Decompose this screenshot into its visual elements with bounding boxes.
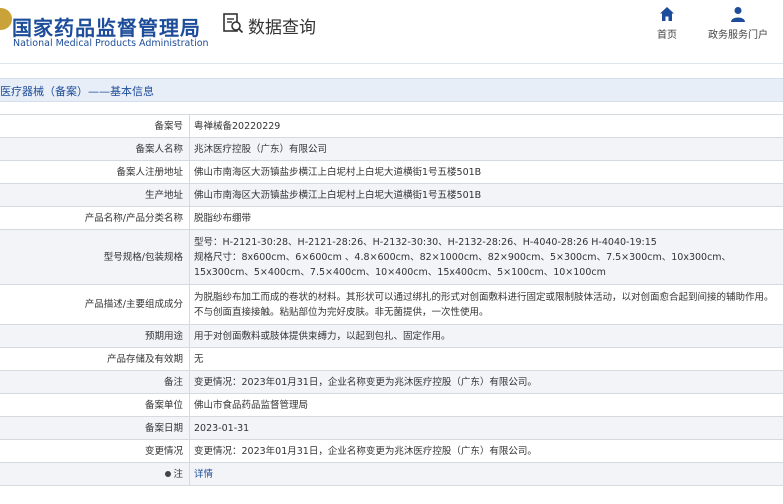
- row-value: 佛山市南海区大沥镇盐步横江上白坭村上白坭大道横街1号五楼501B: [189, 160, 783, 184]
- row-value: 为脱脂纱布加工而成的卷状的材料。其形状可以通过绑扎的形式对创面敷料进行固定或限制…: [189, 284, 783, 325]
- info-table: 备案号 粤禅械备20220229 备案人名称 兆沐医疗控股（广东）有限公司 备案人注…: [0, 114, 783, 486]
- row-label: 备案日期: [0, 416, 190, 440]
- row-value: 脱脂纱布绷带: [189, 206, 783, 230]
- row-label: 备案单位: [0, 393, 190, 417]
- table-row: 备案单位 佛山市食品药品监督管理局: [0, 393, 783, 417]
- row-value: 佛山市食品药品监督管理局: [189, 393, 783, 417]
- bullet-icon: [165, 471, 172, 477]
- table-row: 预期用途 用于对创面敷料或肢体提供束缚力，以起到包扎、固定作用。: [0, 324, 783, 348]
- row-value: 兆沐医疗控股（广东）有限公司: [189, 137, 783, 161]
- nav-gov-portal[interactable]: 政务服务门户: [703, 6, 773, 41]
- row-label: 备案人名称: [0, 137, 190, 161]
- table-row: 变更情况 变更情况：2023年01月31日，企业名称变更为兆沐医疗控股（广东）有限…: [0, 439, 783, 463]
- row-label: 产品描述/主要组成成分: [0, 284, 190, 325]
- emblem-icon: [0, 8, 12, 30]
- row-value: 无: [189, 347, 783, 371]
- table-row: 备案人注册地址 佛山市南海区大沥镇盐步横江上白坭村上白坭大道横街1号五楼501B: [0, 160, 783, 184]
- table-row: 型号规格/包装规格 型号：H-2121-30:28、H-2121-28:26、H-…: [0, 229, 783, 285]
- row-value: 变更情况：2023年01月31日，企业名称变更为兆沐医疗控股（广东）有限公司。: [189, 370, 783, 394]
- row-value: 变更情况：2023年01月31日，企业名称变更为兆沐医疗控股（广东）有限公司。: [189, 439, 783, 463]
- row-label: 备案号: [0, 114, 190, 138]
- nav-home-label: 首页: [657, 30, 677, 41]
- row-label: 预期用途: [0, 324, 190, 348]
- table-row: 产品存储及有效期无: [0, 347, 783, 371]
- row-label: 变更情况: [0, 439, 190, 463]
- model-line: 型号：H-2121-30:28、H-2121-28:26、H-2132-30:3…: [194, 236, 657, 248]
- site-header: 国家药品监督管理局 National Medical Products Admi…: [0, 0, 783, 64]
- section-title-bar: 医疗器械（备案）——基本信息: [0, 78, 783, 102]
- table-row: 备案人名称 兆沐医疗控股（广东）有限公司: [0, 137, 783, 161]
- row-value: 型号：H-2121-30:28、H-2121-28:26、H-2132-30:3…: [189, 229, 783, 285]
- row-label: 备案人注册地址: [0, 160, 190, 184]
- row-value: 粤禅械备20220229: [189, 114, 783, 138]
- logo-title-cn: 国家药品监督管理局: [12, 16, 201, 40]
- row-label: 型号规格/包装规格: [0, 229, 190, 285]
- home-icon: [652, 6, 682, 22]
- row-value: 2023-01-31: [189, 416, 783, 440]
- nav-home[interactable]: 首页: [652, 6, 682, 41]
- nav-gov-portal-label: 政务服务门户: [708, 30, 768, 41]
- row-label: 产品存储及有效期: [0, 347, 190, 371]
- note-label: 注: [173, 468, 183, 480]
- table-row: 产品名称/产品分类名称 脱脂纱布绷带: [0, 206, 783, 230]
- table-row: 注详情: [0, 462, 783, 486]
- spec-line: 规格尺寸：8x600cm、6×600cm 、4.8×600cm、82×1000c…: [194, 251, 732, 278]
- data-query-heading: 数据查询: [222, 12, 316, 38]
- row-value: 佛山市南海区大沥镇盐步横江上白坭村上白坭大道横街1号五楼501B: [189, 183, 783, 207]
- row-label: 备注: [0, 370, 190, 394]
- row-label: 生产地址: [0, 183, 190, 207]
- data-query-label: 数据查询: [248, 17, 316, 38]
- logo-title-en: National Medical Products Administration: [13, 38, 209, 49]
- table-row: 生产地址 佛山市南海区大沥镇盐步横江上白坭村上白坭大道横街1号五楼501B: [0, 183, 783, 207]
- row-label: 注: [0, 462, 190, 486]
- table-row: 备案号 粤禅械备20220229: [0, 114, 783, 138]
- row-value: 用于对创面敷料或肢体提供束缚力，以起到包扎、固定作用。: [189, 324, 783, 348]
- table-row: 备注 变更情况：2023年01月31日，企业名称变更为兆沐医疗控股（广东）有限公司…: [0, 370, 783, 394]
- row-label: 产品名称/产品分类名称: [0, 206, 190, 230]
- table-row: 产品描述/主要组成成分 为脱脂纱布加工而成的卷状的材料。其形状可以通过绑扎的形式对…: [0, 284, 783, 325]
- table-row: 备案日期 2023-01-31: [0, 416, 783, 440]
- document-search-icon: [222, 12, 244, 38]
- user-icon: [703, 6, 773, 22]
- details-link[interactable]: 详情: [194, 469, 213, 480]
- section-title: 医疗器械（备案）——基本信息: [0, 85, 154, 98]
- row-value: 详情: [189, 462, 783, 486]
